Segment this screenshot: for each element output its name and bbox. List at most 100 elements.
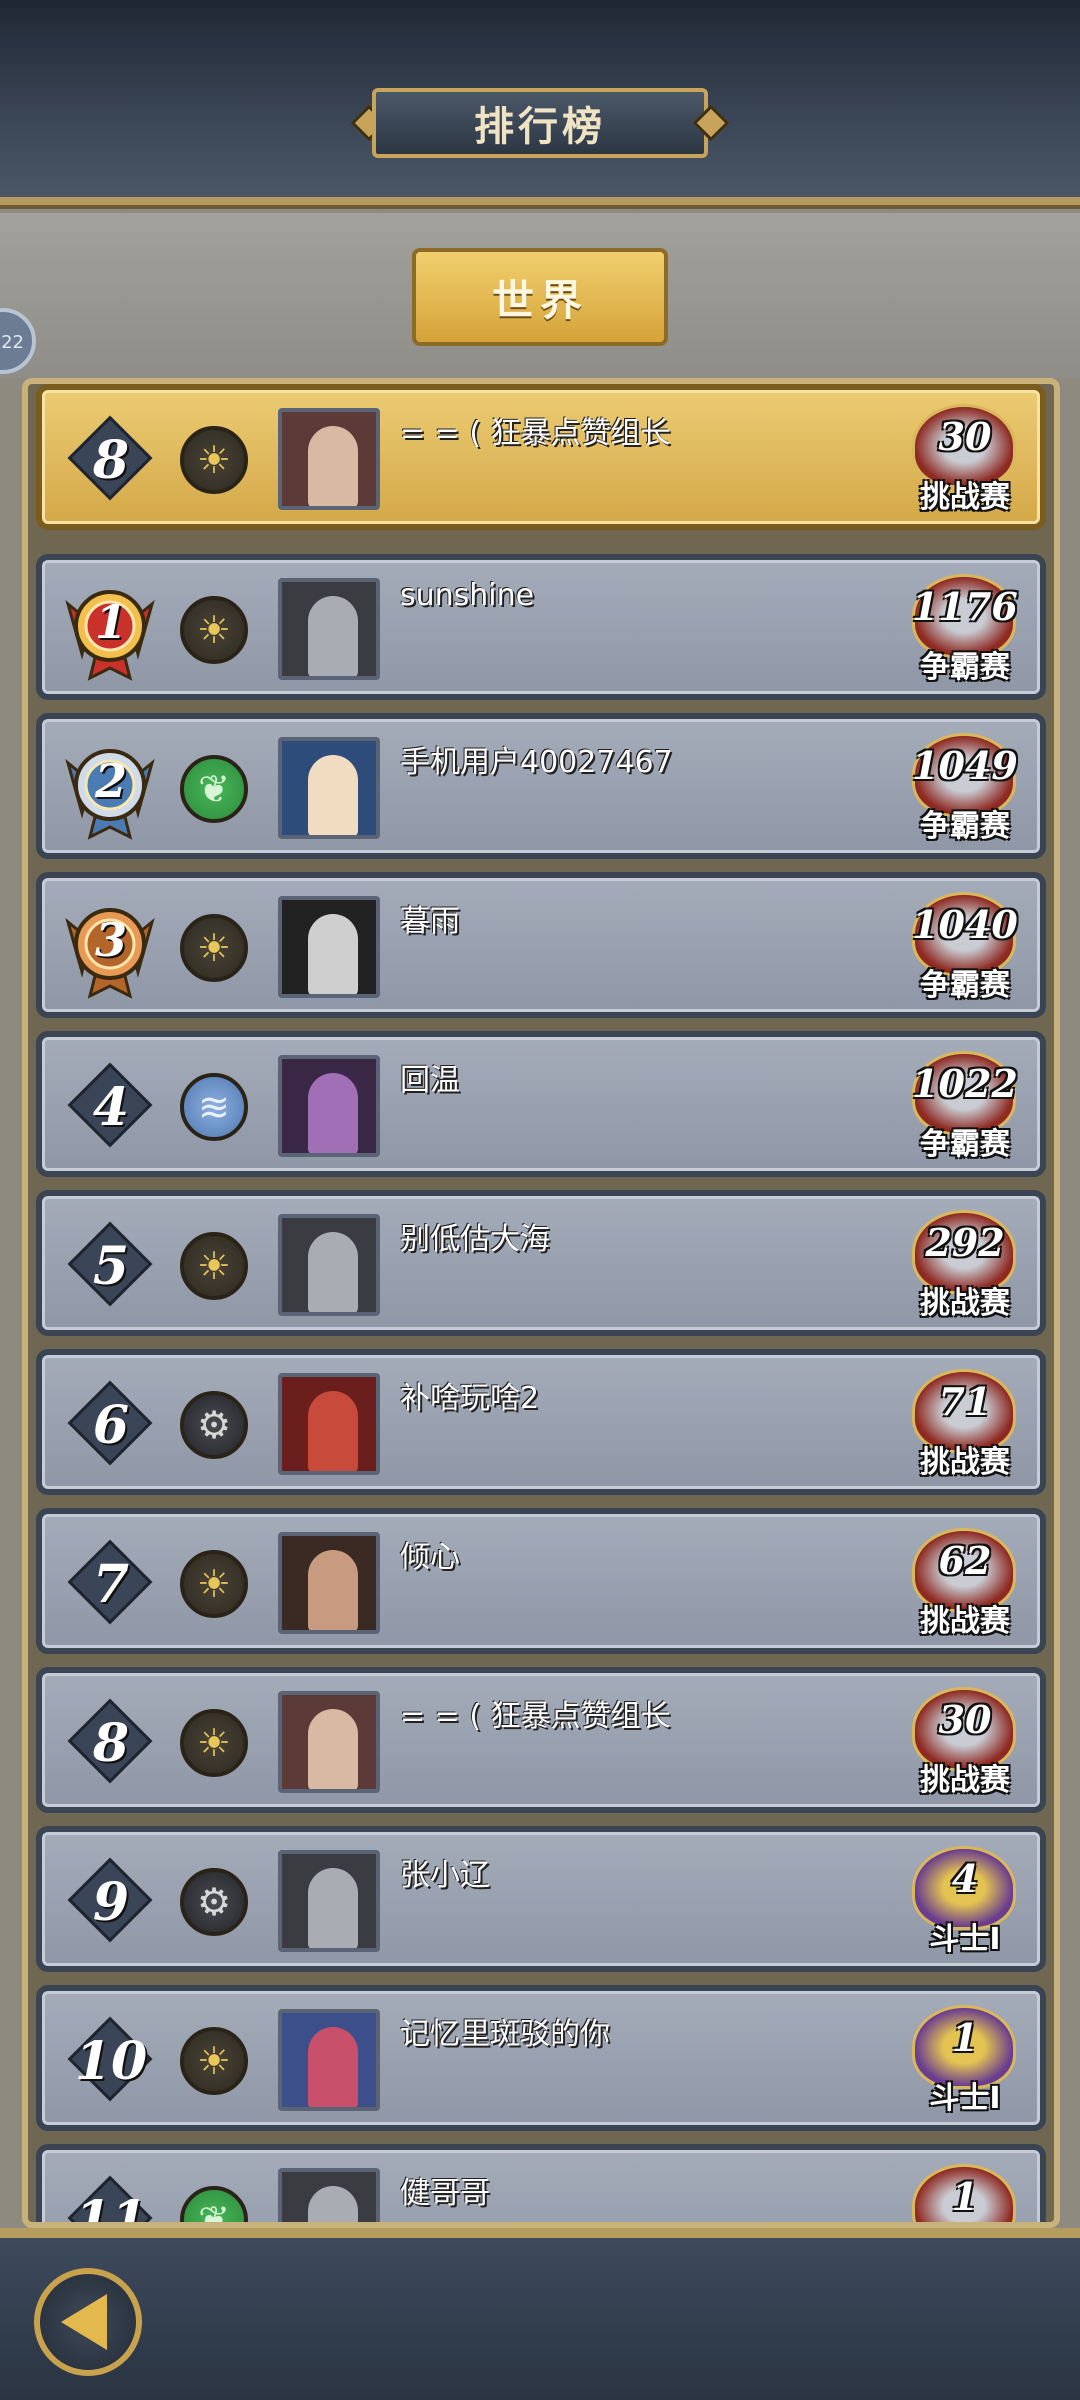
ranking-row[interactable]: 2 ❦ 手机用户40027467 1049 争霸赛 [36,713,1046,859]
avatar[interactable] [278,1214,380,1316]
score-mode-label: 争霸赛 [920,650,1010,685]
score-badge: 1040 争霸赛 [900,888,1030,1006]
ranking-row[interactable]: 8 ☀ = = ( 狂暴点赞组长 30 挑战赛 [36,1667,1046,1813]
player-name: 手机用户40027467 [400,745,673,780]
ranking-row[interactable]: 3 ☀ 暮雨 1040 争霸赛 [36,872,1046,1018]
player-name: = = ( 狂暴点赞组长 [400,416,671,451]
score-mode-label: 挑战赛 [920,1286,1010,1321]
player-name: 暮雨 [400,904,460,939]
gear-element-icon: ⚙ [180,1391,248,1459]
score-badge: 30 挑战赛 [900,1683,1030,1801]
score-value: 71 [938,1379,992,1424]
avatar[interactable] [278,1055,380,1157]
score-badge: 1022 争霸赛 [900,1047,1030,1165]
score-mode-label: 斗士I [929,2081,1001,2116]
leaf-element-icon: ❦ [180,755,248,823]
rank-number: 3 [94,913,127,967]
score-mode-label: 斗士I [929,1922,1001,1957]
ranking-row[interactable]: 1 ☀ sunshine 1176 争霸赛 [36,554,1046,700]
avatar[interactable] [278,737,380,839]
score-badge: 1 [900,2160,1030,2222]
rank-number: 5 [92,1235,130,1297]
avatar[interactable] [278,578,380,680]
tab-world[interactable]: 世界 [412,248,668,346]
avatar[interactable] [278,896,380,998]
rank-number: 1 [94,595,127,649]
avatar[interactable] [278,2009,380,2111]
score-mode-label: 争霸赛 [920,809,1010,844]
page-title: 排行榜 [372,88,708,158]
player-name: 张小辽 [400,1858,490,1893]
sun-element-icon: ☀ [180,1550,248,1618]
avatar[interactable] [278,1691,380,1793]
sun-element-icon: ☀ [180,1709,248,1777]
score-badge: 62 挑战赛 [900,1524,1030,1642]
gear-element-icon: ⚙ [180,1868,248,1936]
ranking-row[interactable]: 6 ⚙ 补啥玩啥2 71 挑战赛 [36,1349,1046,1495]
sun-element-icon: ☀ [180,1232,248,1300]
player-name: 记忆里斑驳的你 [400,2017,610,2052]
score-badge: 30 挑战赛 [900,400,1030,518]
player-name: 健哥哥 [400,2176,490,2211]
score-value: 30 [938,414,992,459]
score-mode-label: 挑战赛 [920,1445,1010,1480]
my-rank-row[interactable]: 8 ☀ = = ( 狂暴点赞组长 30 挑战赛 [36,384,1046,530]
rank-number: 8 [92,1712,130,1774]
rank-number: 8 [92,429,130,491]
score-value: 1040 [912,902,1018,947]
leaf-element-icon: ❦ [180,2186,248,2222]
back-arrow-icon [61,2294,107,2350]
rank-number: 2 [94,754,127,808]
ranking-row[interactable]: 4 ≋ 回温 1022 争霸赛 [36,1031,1046,1177]
ranking-row[interactable]: 9 ⚙ 张小辽 4 斗士I [36,1826,1046,1972]
ranking-row[interactable]: 11 ❦ 健哥哥 1 [36,2144,1046,2222]
back-button[interactable] [34,2268,142,2376]
sun-element-icon: ☀ [180,426,248,494]
score-value: 4 [951,1856,979,1901]
avatar[interactable] [278,1850,380,1952]
player-name: 别低估大海 [400,1222,550,1257]
rank-number: 11 [74,2189,148,2223]
ranking-list[interactable]: 8 ☀ = = ( 狂暴点赞组长 30 挑战赛 1 ☀ sunshine 1176 争霸赛 2 ❦ 手机… [28,384,1054,2222]
player-name: = = ( 狂暴点赞组长 [400,1699,671,1734]
score-badge: 1176 争霸赛 [900,570,1030,688]
score-mode-label: 争霸赛 [920,968,1010,1003]
score-value: 62 [938,1538,992,1583]
score-value: 1176 [912,584,1018,629]
player-name: sunshine [400,578,535,613]
score-value: 1022 [912,1061,1018,1106]
score-badge: 1 斗士I [900,2001,1030,2119]
rank-number: 9 [92,1871,130,1933]
score-mode-label: 挑战赛 [920,1604,1010,1639]
score-badge: 1049 争霸赛 [900,729,1030,847]
player-name: 回温 [400,1063,460,1098]
score-mode-label: 争霸赛 [920,1127,1010,1162]
avatar[interactable] [278,1532,380,1634]
wave-element-icon: ≋ [180,1073,248,1141]
score-badge: 71 挑战赛 [900,1365,1030,1483]
sun-element-icon: ☀ [180,914,248,982]
player-name: 补啥玩啥2 [400,1381,540,1416]
score-value: 30 [938,1697,992,1742]
rank-number: 10 [74,2030,148,2092]
score-mode-label: 挑战赛 [920,1763,1010,1798]
top-bar: 排行榜 [0,0,1080,205]
score-value: 1 [951,2174,979,2219]
avatar[interactable] [278,2168,380,2222]
rank-number: 4 [92,1076,130,1138]
avatar[interactable] [278,1373,380,1475]
score-badge: 4 斗士I [900,1842,1030,1960]
ranking-row[interactable]: 5 ☀ 别低估大海 292 挑战赛 [36,1190,1046,1336]
ranking-row[interactable]: 7 ☀ 倾心 62 挑战赛 [36,1508,1046,1654]
score-badge: 292 挑战赛 [900,1206,1030,1324]
avatar[interactable] [278,408,380,510]
rank-number: 7 [92,1553,130,1615]
score-value: 292 [925,1220,1005,1265]
player-name: 倾心 [400,1540,460,1575]
sun-element-icon: ☀ [180,596,248,664]
score-mode-label: 挑战赛 [920,480,1010,515]
score-value: 1 [951,2015,979,2060]
score-value: 1049 [912,743,1018,788]
rank-number: 6 [92,1394,130,1456]
ranking-row[interactable]: 10 ☀ 记忆里斑驳的你 1 斗士I [36,1985,1046,2131]
